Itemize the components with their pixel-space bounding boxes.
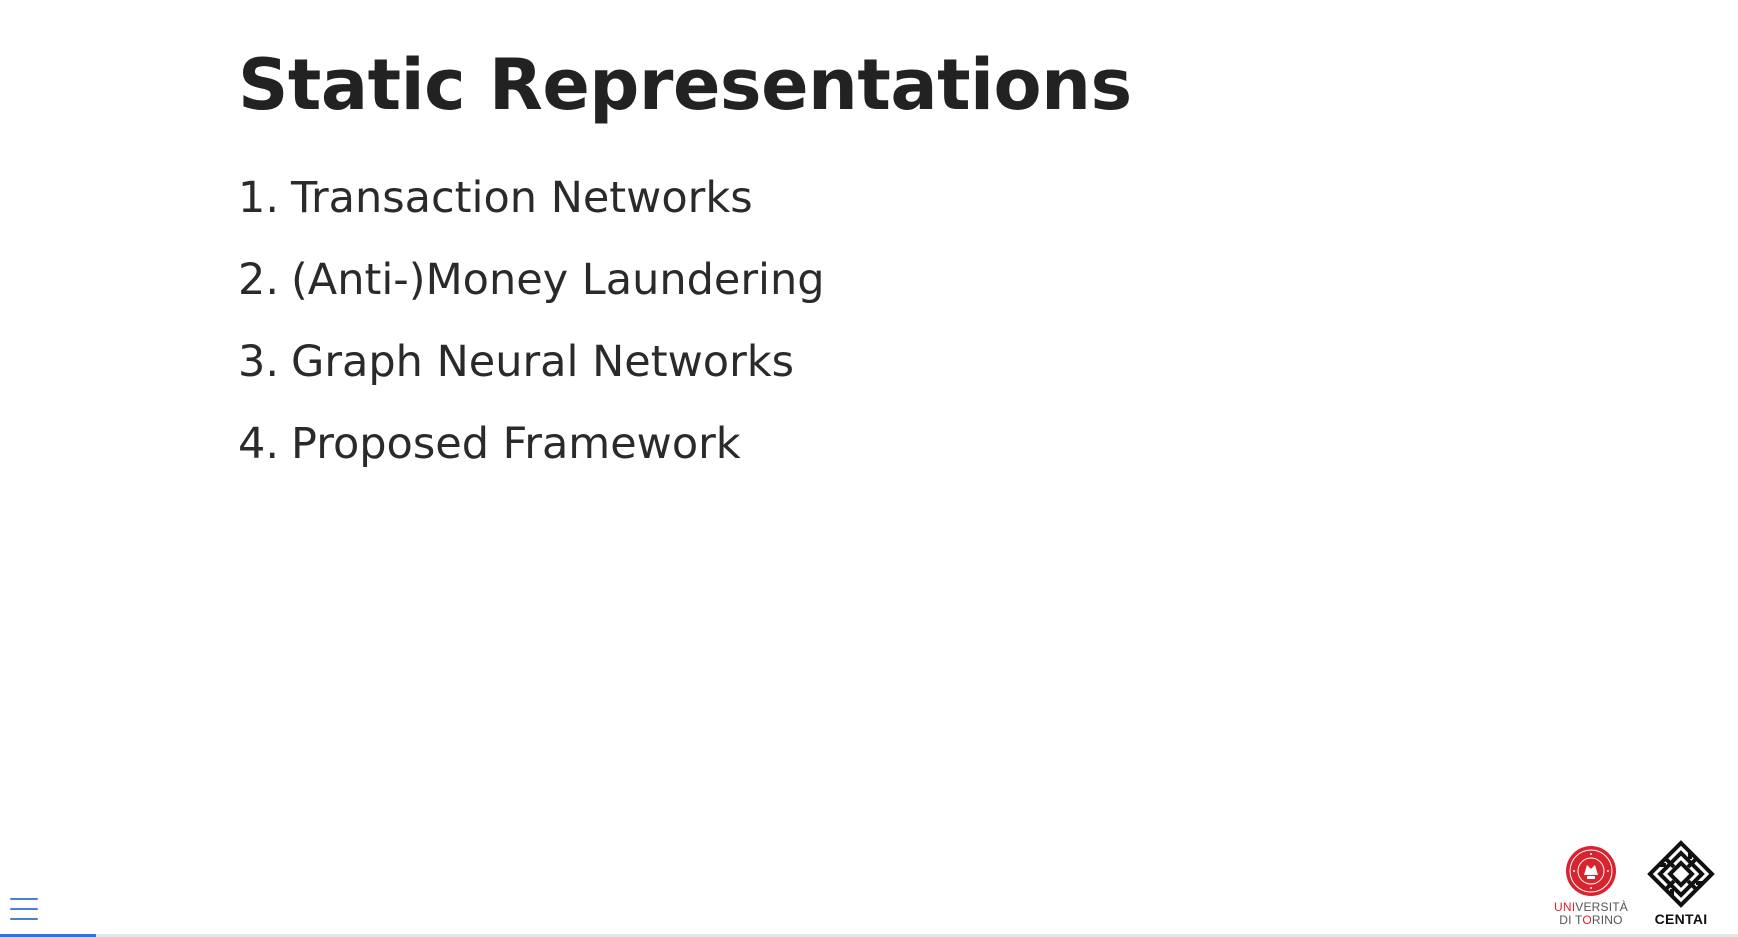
hamburger-menu-icon[interactable] (10, 896, 38, 922)
menu-bar (10, 918, 38, 920)
agenda-item: 1. Transaction Networks (238, 173, 825, 255)
agenda-item: 3. Graph Neural Networks (238, 337, 825, 419)
agenda-item-number: 4. (238, 419, 280, 469)
slide: Static Representations 1. Transaction Ne… (0, 0, 1738, 937)
slide-title: Static Representations (238, 44, 1132, 126)
agenda-list: 1. Transaction Networks 2. (Anti-)Money … (238, 173, 825, 501)
university-name: UNIVERSITÀ DI TORINO (1554, 901, 1628, 927)
agenda-item: 2. (Anti-)Money Laundering (238, 255, 825, 337)
university-name-line2: DI TORINO (1559, 913, 1623, 927)
agenda-item-label: Transaction Networks (291, 173, 753, 223)
agenda-item-label: (Anti-)Money Laundering (291, 255, 825, 305)
university-seal-icon (1565, 846, 1616, 896)
centai-knot-icon (1647, 840, 1715, 908)
agenda-item: 4. Proposed Framework (238, 419, 825, 501)
agenda-item-label: Proposed Framework (291, 419, 741, 469)
logo-group: UNIVERSITÀ DI TORINO CENTAI (1554, 839, 1716, 927)
centai-wordmark: CENTAI (1654, 911, 1708, 927)
menu-bar (10, 898, 38, 900)
menu-bar (10, 908, 38, 910)
agenda-item-number: 1. (238, 173, 280, 223)
centai-logo: CENTAI (1646, 839, 1716, 927)
agenda-item-number: 2. (238, 255, 280, 305)
agenda-item-number: 3. (238, 337, 280, 387)
university-torino-logo: UNIVERSITÀ DI TORINO (1554, 845, 1628, 927)
agenda-item-label: Graph Neural Networks (291, 337, 795, 387)
